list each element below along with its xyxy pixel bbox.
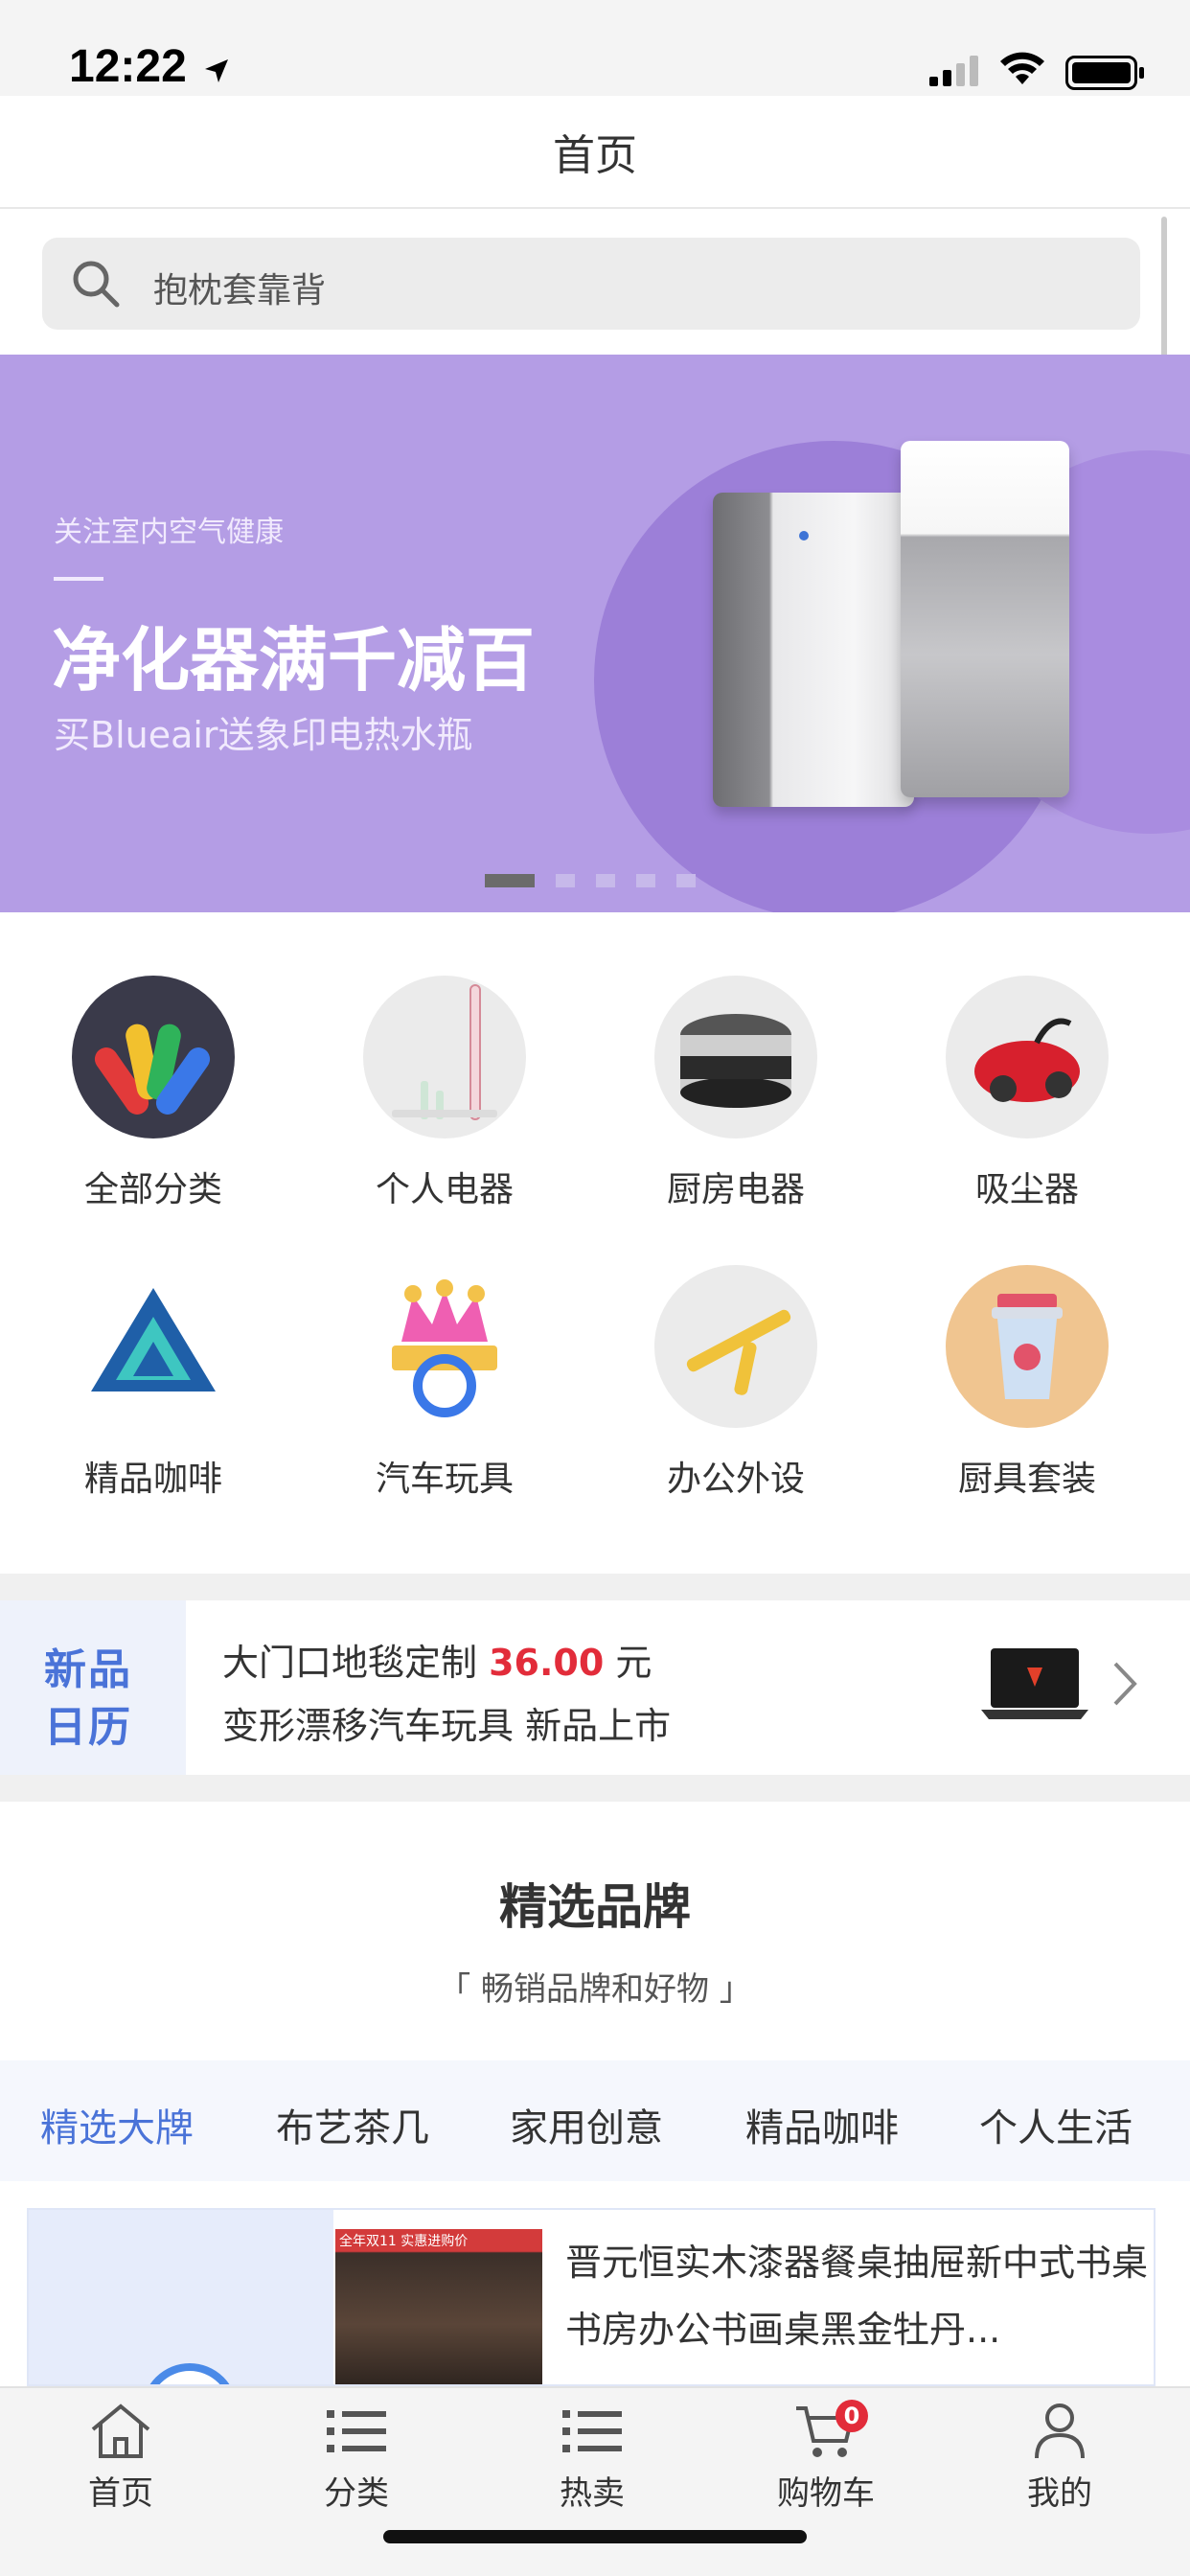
- new-product-calendar[interactable]: 新品 日历 大门口地毯定制 36.00 元 变形漂移汽车玩具 新品上市: [0, 1600, 1190, 1775]
- section-title: 精选品牌: [499, 1879, 691, 1935]
- section-subtitle: 「 畅销品牌和好物 」: [438, 1970, 752, 2009]
- cart-count-badge: 0: [835, 2400, 868, 2432]
- air-purifier-image: [713, 493, 914, 807]
- page-title: 首页: [553, 131, 637, 180]
- tabbar-label: 首页: [88, 2474, 153, 2513]
- cart-icon: 0: [759, 2398, 893, 2465]
- search-icon: [73, 261, 120, 308]
- tabbar-item-home[interactable]: 首页: [54, 2398, 188, 2514]
- product-image: 全年双11 实惠进购价: [335, 2229, 542, 2384]
- carousel-dot[interactable]: [636, 874, 655, 887]
- category-label: 吸尘器: [974, 1170, 1079, 1209]
- carousel-indicator[interactable]: [485, 874, 696, 887]
- price-unit: 元: [615, 1642, 652, 1684]
- status-time: 12:22: [69, 41, 187, 92]
- tabbar-label: 热卖: [560, 2474, 625, 2513]
- category-label: 个人电器: [375, 1170, 514, 1209]
- tabbar-item-me[interactable]: 我的: [993, 2398, 1127, 2514]
- category-grid: 全部分类 个人电器 厨房电器 吸尘器 精品咖啡 汽车玩具 办公外设 厨具套装: [0, 912, 1190, 1574]
- location-arrow-icon: [205, 59, 228, 82]
- section-divider: [0, 1775, 1190, 1802]
- battery-icon: [1065, 56, 1144, 90]
- promo-banner[interactable]: 关注室内空气健康 净化器满千减百 买Blueair送象印电热水瓶: [0, 355, 1190, 912]
- tabbar-label: 我的: [1027, 2474, 1092, 2513]
- category-label: 精品咖啡: [83, 1460, 222, 1499]
- tab-brand[interactable]: 家用创意: [510, 2097, 663, 2152]
- product-title: 晋元恒实木漆器餐桌抽屉新中式书桌书房办公书画桌黑金牡丹...: [565, 2242, 1149, 2351]
- search-placeholder: 抱枕套靠背: [153, 271, 327, 310]
- category-label: 厨具套装: [957, 1460, 1096, 1499]
- category-label: 全部分类: [83, 1170, 222, 1209]
- category-item[interactable]: 全部分类: [38, 976, 268, 1211]
- brand-logo: [142, 2363, 238, 2384]
- banner-description: 买Blueair送象印电热水瓶: [54, 714, 473, 756]
- rice-cooker-icon: [654, 976, 817, 1138]
- carousel-dot[interactable]: [596, 874, 615, 887]
- category-item[interactable]: 厨具套装: [912, 1265, 1142, 1501]
- tabbar-item-hot[interactable]: 热卖: [525, 2398, 659, 2514]
- brand-logo-area: [29, 2210, 333, 2384]
- news-line[interactable]: 变形漂移汽车玩具 新品上市: [222, 1696, 671, 1749]
- search-input[interactable]: 抱枕套靠背: [42, 238, 1140, 330]
- tab-brand[interactable]: 个人生活: [979, 2097, 1133, 2152]
- product-card[interactable]: 全年双11 实惠进购价 晋元恒实木漆器餐桌抽屉新中式书桌书房办公书画桌黑金牡丹.…: [27, 2208, 1156, 2386]
- air-purifier-image: [901, 441, 1069, 797]
- image-caption: 全年双11 实惠进购价: [339, 2234, 469, 2249]
- category-item[interactable]: 精品咖啡: [38, 1265, 268, 1501]
- category-item[interactable]: 吸尘器: [912, 976, 1142, 1211]
- category-label: 厨房电器: [666, 1170, 805, 1209]
- tab-brand[interactable]: 布艺茶几: [276, 2097, 429, 2152]
- all-categories-icon: [72, 976, 235, 1138]
- tabbar-item-cart[interactable]: 0 购物车: [759, 2398, 893, 2514]
- tabbar-label: 分类: [324, 2474, 389, 2513]
- category-label: 办公外设: [666, 1460, 805, 1499]
- category-item[interactable]: 汽车玩具: [330, 1265, 560, 1501]
- pen-icon: [654, 1265, 817, 1428]
- badge-line: 日历: [44, 1703, 132, 1752]
- status-bar: 12:22: [0, 0, 1190, 96]
- section-divider: [0, 1574, 1190, 1600]
- banner-title: 净化器满千减百: [52, 620, 536, 701]
- crown-badge-icon: [363, 1265, 526, 1428]
- home-icon: [54, 2398, 188, 2465]
- category-item[interactable]: 个人电器: [330, 976, 560, 1211]
- laptop-icon: [981, 1648, 1088, 1719]
- tabbar-item-category[interactable]: 分类: [289, 2398, 423, 2514]
- triangle-logo-icon: [72, 1265, 235, 1428]
- user-icon: [993, 2398, 1127, 2465]
- banner-subtitle: 关注室内空气健康: [54, 516, 284, 549]
- chevron-right-icon[interactable]: [1111, 1660, 1138, 1708]
- category-item[interactable]: 办公外设: [621, 1265, 851, 1501]
- signal-icon: [929, 56, 978, 86]
- cup-icon: [946, 1265, 1109, 1428]
- banner-divider: [54, 577, 103, 581]
- tabbar-label: 购物车: [777, 2474, 875, 2513]
- wifi-icon: [1000, 52, 1044, 84]
- carousel-dot[interactable]: [485, 874, 535, 887]
- badge-line: 新品: [44, 1645, 132, 1694]
- carousel-dot[interactable]: [556, 874, 575, 887]
- news-price: 36.00: [489, 1642, 605, 1684]
- brand-tabs: 精选大牌 布艺茶几 家用创意 精品咖啡 个人生活: [0, 2060, 1190, 2181]
- news-line[interactable]: 大门口地毯定制 36.00 元: [222, 1633, 652, 1686]
- bottom-tab-bar: 首页 分类 热卖 0 购物车 我的: [0, 2386, 1190, 2513]
- category-item[interactable]: 厨房电器: [621, 976, 851, 1211]
- electric-toothbrush-icon: [363, 976, 526, 1138]
- brand-section: 精选品牌 「 畅销品牌和好物 」 精选大牌 布艺茶几 家用创意 精品咖啡 个人生…: [0, 1802, 1190, 2386]
- tab-brand[interactable]: 精品咖啡: [745, 2097, 899, 2152]
- vacuum-cleaner-icon: [946, 976, 1109, 1138]
- new-calendar-badge: 新品 日历: [0, 1600, 186, 1775]
- tab-brand[interactable]: 精选大牌: [40, 2097, 194, 2152]
- news-text: 大门口地毯定制: [222, 1642, 478, 1684]
- carousel-dot[interactable]: [676, 874, 696, 887]
- category-label: 汽车玩具: [375, 1460, 514, 1499]
- nav-header: 首页: [0, 96, 1190, 209]
- search-section: 抱枕套靠背: [0, 209, 1190, 355]
- home-indicator[interactable]: [383, 2530, 807, 2543]
- list-icon: [525, 2398, 659, 2465]
- list-icon: [289, 2398, 423, 2465]
